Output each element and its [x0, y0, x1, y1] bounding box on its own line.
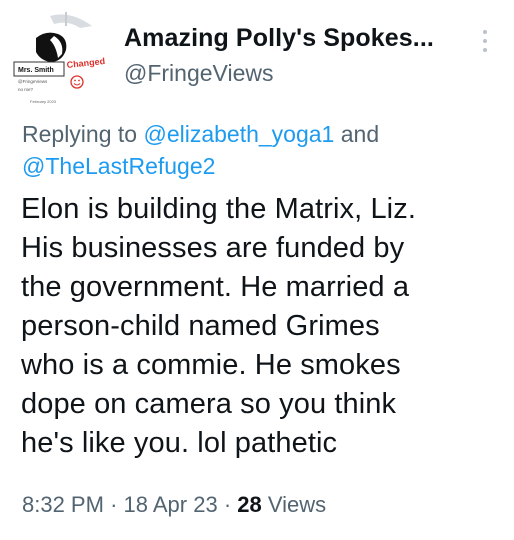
avatar-caption: no me?: [18, 87, 34, 92]
views-label: Views: [267, 492, 327, 517]
smiley-icon: [70, 75, 84, 89]
avatar-name-tag: Mrs. Smith: [18, 67, 54, 74]
replying-to: Replying to @elizabeth_yoga1 and @TheLas…: [22, 118, 502, 182]
tweet-meta: 8:32 PM · 18 Apr 23 · 28 Views: [22, 492, 326, 518]
tweet-date[interactable]: 18 Apr 23: [124, 492, 218, 517]
author-handle[interactable]: @FringeViews: [124, 60, 273, 87]
tweet-text: Elon is building the Matrix, Liz. His bu…: [21, 193, 416, 459]
more-icon[interactable]: [474, 30, 496, 58]
avatar-handle-small: @FringeViews: [18, 79, 48, 84]
views-count[interactable]: 28: [237, 492, 261, 517]
avatar-date-small: February 2023: [30, 99, 57, 104]
more-dot: [483, 30, 487, 34]
mention-link[interactable]: @TheLastRefuge2: [22, 153, 215, 179]
avatar-image: Mrs. Smith Changed @FringeViews no me? F…: [13, 12, 106, 104]
more-dot: [483, 48, 487, 52]
tweet: Mrs. Smith Changed @FringeViews no me? F…: [0, 0, 514, 540]
meta-separator: ·: [110, 492, 118, 517]
author-display-name[interactable]: Amazing Polly's Spokes...: [124, 24, 434, 53]
tweet-time[interactable]: 8:32 PM: [22, 492, 104, 517]
avatar[interactable]: Mrs. Smith Changed @FringeViews no me? F…: [10, 12, 108, 108]
meta-separator: ·: [223, 492, 232, 517]
avatar-changed-text: Changed: [66, 56, 105, 70]
more-dot: [483, 39, 487, 43]
mention-link[interactable]: @elizabeth_yoga1: [143, 121, 334, 147]
replying-prefix: Replying to: [22, 121, 138, 147]
replying-joiner: and: [340, 121, 380, 147]
